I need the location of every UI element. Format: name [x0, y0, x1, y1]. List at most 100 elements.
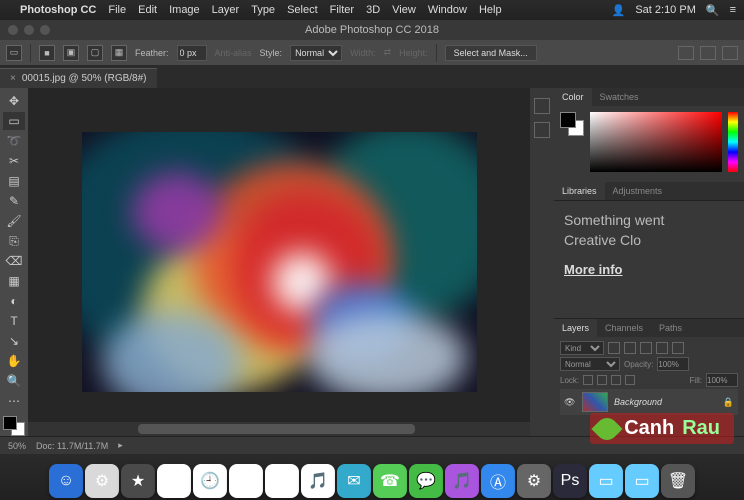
dock-app-3[interactable]: 21 [157, 464, 191, 498]
traffic-lights[interactable] [8, 25, 50, 35]
workspace-switcher-icon[interactable] [700, 46, 716, 60]
dock-app-2[interactable]: ★ [121, 464, 155, 498]
foreground-color-swatch[interactable] [3, 416, 17, 430]
filter-adjust-icon[interactable] [624, 342, 636, 354]
dock-app-0[interactable]: ☺ [49, 464, 83, 498]
fill-input[interactable] [706, 373, 738, 387]
dock-app-17[interactable]: 🗑 [661, 464, 695, 498]
tab-adjustments[interactable]: Adjustments [605, 182, 671, 200]
dock-app-4[interactable]: 🕘 [193, 464, 227, 498]
blend-mode-select[interactable]: Normal [560, 357, 620, 371]
dodge-tool[interactable]: ◐ [3, 292, 25, 310]
tab-paths[interactable]: Paths [651, 319, 690, 337]
selection-new-icon[interactable]: ■ [39, 45, 55, 61]
horizontal-scrollbar[interactable] [28, 422, 530, 436]
dock-app-6[interactable]: ✎ [265, 464, 299, 498]
menu-select[interactable]: Select [287, 4, 318, 16]
menu-help[interactable]: Help [479, 4, 502, 16]
layer-thumbnail[interactable] [582, 392, 608, 412]
eraser-tool[interactable]: ⌫ [3, 252, 25, 270]
type-tool[interactable]: T [3, 312, 25, 330]
filter-smart-icon[interactable] [672, 342, 684, 354]
dock-app-11[interactable]: 🎵 [445, 464, 479, 498]
crop-tool[interactable]: ▤ [3, 172, 25, 190]
brush-tool[interactable]: 🖌 [3, 212, 25, 230]
feather-input[interactable] [177, 45, 207, 61]
document-info[interactable]: Doc: 11.7M/11.7M [36, 441, 108, 451]
menu-file[interactable]: File [108, 4, 126, 16]
move-tool[interactable]: ✥ [3, 92, 25, 110]
menu-image[interactable]: Image [169, 4, 200, 16]
filter-shape-icon[interactable] [656, 342, 668, 354]
tab-channels[interactable]: Channels [597, 319, 651, 337]
libraries-more-info-link[interactable]: More info [564, 262, 734, 277]
layer-row-background[interactable]: 👁 Background 🔒 [560, 389, 738, 415]
minimize-window-icon[interactable] [24, 25, 34, 35]
menu-window[interactable]: Window [428, 4, 467, 16]
tool-preset-icon[interactable]: ▭ [6, 45, 22, 61]
panel-color-swatches[interactable] [560, 112, 584, 136]
status-disclosure-icon[interactable]: ▸ [118, 440, 123, 451]
tab-swatches[interactable]: Swatches [592, 88, 647, 106]
color-picker-field[interactable] [590, 112, 722, 172]
filter-type-icon[interactable] [640, 342, 652, 354]
dock-app-1[interactable]: ⚙ [85, 464, 119, 498]
app-name[interactable]: Photoshop CC [20, 4, 96, 16]
search-icon[interactable] [678, 46, 694, 60]
lock-transparency-icon[interactable] [583, 375, 593, 385]
properties-panel-icon[interactable] [534, 122, 550, 138]
layer-filter-kind[interactable]: Kind [560, 341, 604, 355]
dock-app-5[interactable]: ✉ [229, 464, 263, 498]
lock-pixels-icon[interactable] [597, 375, 607, 385]
close-window-icon[interactable] [8, 25, 18, 35]
clone-stamp-tool[interactable]: ⎘ [3, 232, 25, 250]
document-canvas[interactable] [82, 132, 477, 392]
selection-subtract-icon[interactable]: ▢ [87, 45, 103, 61]
tab-color[interactable]: Color [554, 88, 592, 106]
zoom-level[interactable]: 50% [8, 441, 26, 451]
history-panel-icon[interactable] [534, 98, 550, 114]
document-tab[interactable]: × 00015.jpg @ 50% (RGB/8#) [0, 68, 157, 88]
hue-slider[interactable] [728, 112, 738, 172]
quick-select-tool[interactable]: ✂ [3, 152, 25, 170]
menubar-clock[interactable]: Sat 2:10 PM [635, 4, 696, 16]
opacity-input[interactable] [657, 357, 689, 371]
dock-app-16[interactable]: ▭ [625, 464, 659, 498]
menu-type[interactable]: Type [251, 4, 275, 16]
dock-app-8[interactable]: ✉ [337, 464, 371, 498]
hand-tool[interactable]: ✋ [3, 352, 25, 370]
marquee-tool[interactable]: ▭ [3, 112, 25, 130]
gradient-tool[interactable]: ▦ [3, 272, 25, 290]
lock-position-icon[interactable] [611, 375, 621, 385]
lock-all-icon[interactable] [625, 375, 635, 385]
layer-visibility-icon[interactable]: 👁 [564, 397, 576, 408]
filter-pixel-icon[interactable] [608, 342, 620, 354]
menu-edit[interactable]: Edit [138, 4, 157, 16]
tab-libraries[interactable]: Libraries [554, 182, 605, 200]
style-select[interactable]: Normal [290, 45, 342, 61]
dock-app-10[interactable]: 💬 [409, 464, 443, 498]
spotlight-icon[interactable]: 🔍 [706, 4, 720, 17]
close-tab-icon[interactable]: × [10, 73, 16, 84]
share-icon[interactable] [722, 46, 738, 60]
dock-app-12[interactable]: Ⓐ [481, 464, 515, 498]
select-and-mask-button[interactable]: Select and Mask... [445, 45, 537, 61]
edit-toolbar-icon[interactable]: ⋯ [3, 392, 25, 410]
menu-filter[interactable]: Filter [330, 4, 354, 16]
menu-view[interactable]: View [392, 4, 416, 16]
tab-layers[interactable]: Layers [554, 319, 597, 337]
menu-layer[interactable]: Layer [212, 4, 240, 16]
dock-app-13[interactable]: ⚙ [517, 464, 551, 498]
eyedropper-tool[interactable]: ✎ [3, 192, 25, 210]
fast-user-switch-icon[interactable]: 👤 [612, 4, 626, 17]
notification-center-icon[interactable]: ≡ [730, 4, 736, 16]
selection-add-icon[interactable]: ▣ [63, 45, 79, 61]
dock-app-7[interactable]: 🎵 [301, 464, 335, 498]
dock-app-14[interactable]: Ps [553, 464, 587, 498]
dock-app-15[interactable]: ▭ [589, 464, 623, 498]
color-swatches[interactable] [3, 416, 25, 436]
layer-lock-icon[interactable]: 🔒 [723, 397, 734, 408]
selection-intersect-icon[interactable]: ▦ [111, 45, 127, 61]
zoom-window-icon[interactable] [40, 25, 50, 35]
dock-app-9[interactable]: ☎ [373, 464, 407, 498]
